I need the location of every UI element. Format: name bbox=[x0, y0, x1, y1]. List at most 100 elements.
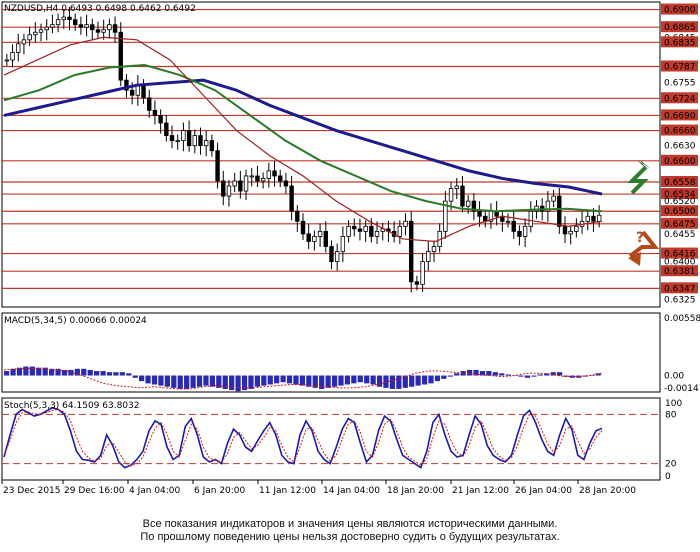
price-tick-label: 0.6475 bbox=[664, 220, 696, 230]
macd-bar bbox=[209, 375, 215, 387]
candle-body bbox=[334, 251, 340, 263]
macd-bar bbox=[486, 371, 492, 376]
macd-bar bbox=[331, 375, 338, 387]
time-tick-label: 26 Jan 04:00 bbox=[515, 486, 572, 496]
candle-body bbox=[67, 16, 72, 21]
candle-body bbox=[226, 185, 232, 197]
candle-body bbox=[101, 29, 106, 33]
candle-body bbox=[95, 29, 101, 33]
candle-body bbox=[10, 52, 15, 61]
macd-bar bbox=[415, 375, 421, 386]
price-tick-label: 0.6630 bbox=[664, 142, 696, 152]
macd-bar bbox=[396, 375, 402, 389]
candle-body bbox=[528, 210, 534, 227]
candle-body bbox=[295, 210, 300, 222]
macd-bar bbox=[505, 374, 511, 376]
candle-body bbox=[289, 185, 294, 212]
candle-body bbox=[4, 59, 10, 62]
candle-body bbox=[147, 97, 152, 111]
macd-bar bbox=[351, 375, 357, 384]
stoch-tick-label: 100 bbox=[665, 399, 682, 409]
macd-bar bbox=[261, 375, 267, 386]
candle-body bbox=[192, 135, 197, 147]
price-tick-label: 0.6500 bbox=[664, 207, 696, 217]
candle-body bbox=[409, 220, 414, 283]
macd-bar bbox=[524, 375, 531, 378]
macd-bar bbox=[319, 375, 325, 389]
macd-bar bbox=[126, 373, 132, 376]
candle-body bbox=[317, 230, 323, 237]
price-tick-label: 0.6660 bbox=[664, 127, 696, 137]
price-tick-label: 0.6381 bbox=[664, 267, 696, 277]
macd-tick-label: 0.00558 bbox=[664, 314, 700, 324]
candle-body bbox=[591, 215, 596, 222]
candle-body bbox=[454, 185, 459, 189]
candle-body bbox=[278, 175, 283, 182]
price-panel: 0.69000.68650.68450.68350.67870.67550.67… bbox=[1, 1, 698, 308]
macd-bar bbox=[280, 375, 286, 383]
candle-body bbox=[420, 261, 425, 285]
candle-body bbox=[169, 135, 175, 142]
moving-average-line bbox=[3, 64, 603, 213]
macd-bar bbox=[454, 373, 460, 376]
macd-bar bbox=[203, 375, 209, 386]
time-tick-label: 6 Jan 20:00 bbox=[194, 486, 246, 496]
macd-bar bbox=[441, 375, 447, 379]
macd-bar bbox=[29, 366, 35, 376]
macd-bar bbox=[139, 375, 145, 382]
macd-bar bbox=[364, 375, 370, 384]
macd-bar bbox=[409, 375, 415, 387]
macd-bar bbox=[286, 375, 293, 384]
price-tick-label: 0.6724 bbox=[664, 94, 696, 104]
macd-bar bbox=[447, 375, 453, 377]
candle-body bbox=[568, 230, 573, 235]
price-tick-label: 0.6558 bbox=[664, 178, 696, 188]
macd-bar bbox=[190, 375, 196, 388]
time-axis: 23 Dec 2015 29 Dec 16:00 4 Jan 04:00 6 Jan … bbox=[1, 480, 636, 496]
candle-body bbox=[27, 34, 32, 41]
stoch-signal-line bbox=[3, 408, 603, 467]
price-tick-label: 0.6347 bbox=[664, 284, 696, 294]
candle-body bbox=[266, 170, 272, 179]
disclaimer-line-2: По прошлому поведению цены нельзя достов… bbox=[140, 531, 560, 543]
macd-bar bbox=[293, 375, 299, 385]
candle-body bbox=[477, 210, 482, 217]
stoch-tick-label: 0 bbox=[665, 472, 671, 482]
candle-body bbox=[329, 246, 334, 263]
candle-body bbox=[596, 214, 602, 222]
macd-bar bbox=[370, 375, 376, 385]
candle-body bbox=[403, 220, 408, 227]
macd-bar bbox=[254, 375, 261, 387]
candle-body bbox=[129, 89, 135, 96]
candle-body bbox=[198, 135, 203, 147]
candle-body bbox=[357, 228, 363, 232]
candle-body bbox=[255, 175, 260, 182]
macd-bar bbox=[248, 375, 254, 389]
candle-body bbox=[118, 31, 123, 81]
macd-title: MACD(5,34,5) 0.00066 0.00024 bbox=[4, 316, 147, 326]
candle-body bbox=[300, 220, 306, 235]
chart-area: 0.69000.68650.68450.68350.67870.67550.67… bbox=[1, 1, 700, 496]
macd-bar bbox=[100, 371, 106, 376]
candle-body bbox=[562, 225, 568, 235]
macd-tick-label: 0.00 bbox=[664, 372, 684, 382]
up-forecast-arrow bbox=[627, 165, 649, 195]
price-tick-label: 0.6865 bbox=[664, 23, 696, 33]
macd-bar bbox=[106, 372, 113, 376]
macd-bar bbox=[145, 375, 151, 384]
price-tick-label: 0.6325 bbox=[664, 295, 696, 305]
candle-body bbox=[16, 43, 21, 53]
candle-body bbox=[84, 24, 89, 28]
candle-body bbox=[465, 200, 471, 207]
stoch-tick-label: 80 bbox=[665, 410, 677, 420]
candle-body bbox=[369, 225, 374, 237]
macd-bar bbox=[94, 371, 100, 376]
price-tick-label: 0.6835 bbox=[664, 38, 696, 48]
price-tick-label: 0.6900 bbox=[664, 6, 696, 16]
macd-bar bbox=[421, 375, 428, 385]
macd-bar bbox=[113, 372, 119, 376]
candle-body bbox=[431, 246, 437, 252]
time-tick-label: 14 Jan 04:00 bbox=[323, 486, 380, 496]
macd-bar bbox=[325, 375, 331, 388]
price-tick-label: 0.6787 bbox=[664, 63, 696, 73]
